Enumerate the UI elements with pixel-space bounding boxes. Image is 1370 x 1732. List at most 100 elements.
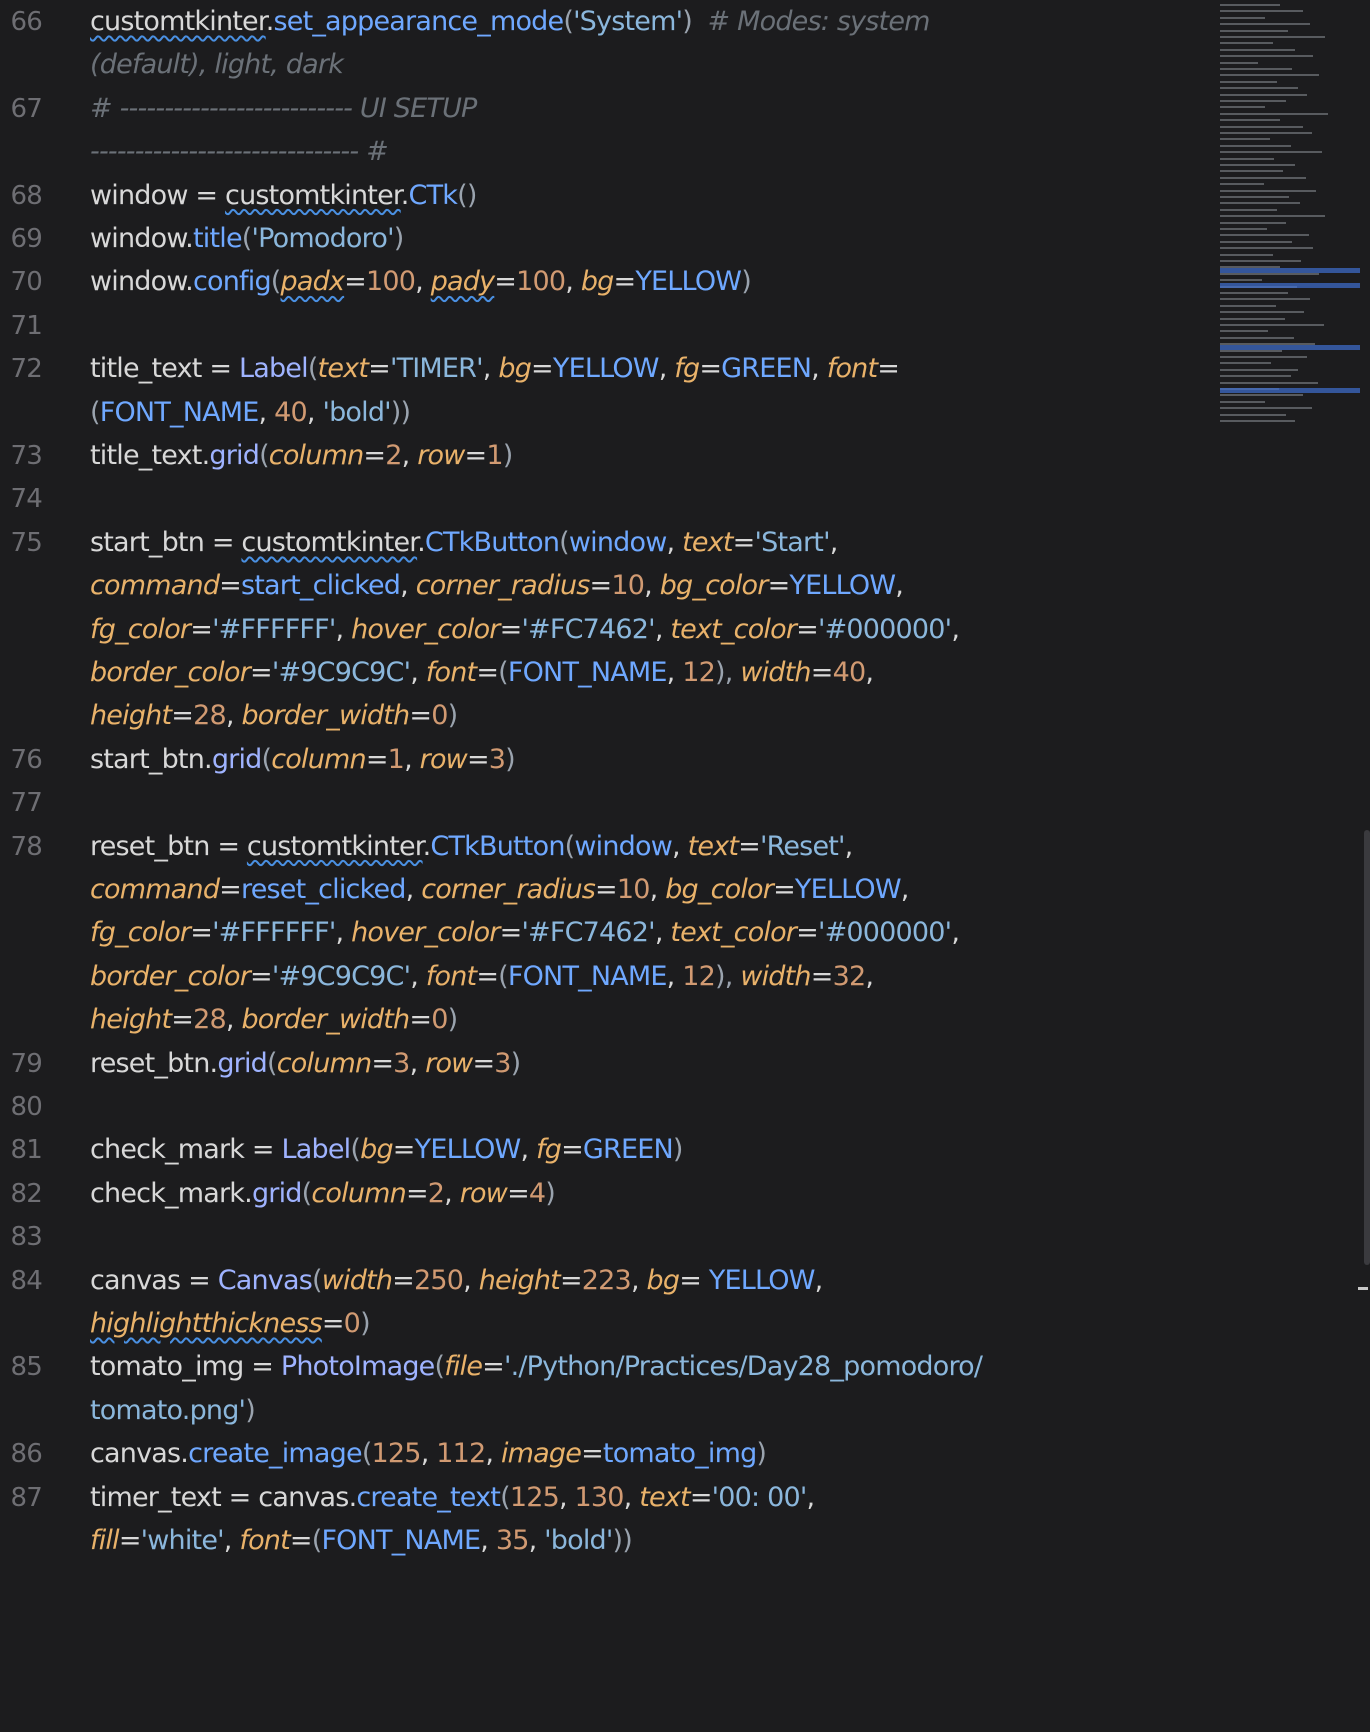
code-area[interactable]: 66 customtkinter.set_appearance_mode('Sys… [0, 0, 1210, 1732]
minimap-line [1220, 298, 1310, 301]
code-token: ) [741, 266, 752, 298]
code-token: YELLOW [708, 1264, 816, 1296]
code-token: 'Pomodoro' [251, 223, 395, 254]
code-line[interactable]: tomato.png') [0, 1387, 1210, 1435]
code-line[interactable]: 87 timer_text = canvas.create_text(125, 1… [0, 1474, 1210, 1522]
code-line[interactable]: 67 # -------------------------- UI SETUP [0, 85, 1210, 133]
code-token: border_width [241, 1004, 410, 1036]
code-token: 125 [371, 1438, 422, 1470]
code-line[interactable]: 69 window.title('Pomodoro') [0, 215, 1210, 263]
minimap-line [1220, 10, 1303, 13]
code-line[interactable]: 68 window = customtkinter.CTk() [0, 172, 1210, 220]
code-line[interactable]: 80 [0, 1083, 1210, 1131]
code-line[interactable]: 85 tomato_img = PhotoImage(file='./Python… [0, 1343, 1210, 1391]
code-token: 28 [193, 1004, 227, 1036]
minimap-highlight [1220, 283, 1360, 288]
minimap-line [1220, 55, 1313, 58]
code-token: file [444, 1351, 483, 1383]
code-editor[interactable]: 66 customtkinter.set_appearance_mode('Sys… [0, 0, 1370, 1732]
code-token: = [595, 874, 618, 905]
code-line[interactable]: 66 customtkinter.set_appearance_mode('Sys… [0, 0, 1210, 46]
code-token: = [732, 526, 756, 558]
code-line[interactable]: highlightthickness=0) [0, 1300, 1210, 1348]
code-token: , [415, 266, 431, 298]
code-line[interactable]: 84 canvas = Canvas(width=250, height=223,… [0, 1257, 1210, 1305]
code-token: ( [301, 1177, 313, 1209]
code-line[interactable]: 70 window.config(padx=100, pady=100, bg=Y… [0, 258, 1210, 306]
code-line[interactable]: ------------------------------ # [0, 128, 1210, 176]
line-number: 68 [10, 180, 43, 211]
code-content: height=28, border_width=0) [90, 692, 458, 740]
code-line[interactable]: border_color='#9C9C9C', font=(FONT_NAME,… [0, 953, 1210, 1001]
code-token: height [90, 1004, 172, 1036]
code-token: = [344, 266, 367, 298]
code-token: ( [563, 6, 574, 37]
code-line[interactable]: height=28, border_width=0) [0, 996, 1210, 1044]
code-token: , [485, 1438, 501, 1470]
code-line[interactable]: fill='white', font=(FONT_NAME, 35, 'bold… [0, 1517, 1210, 1565]
code-token: fg [536, 1134, 562, 1166]
code-line[interactable]: 75 start_btn = customtkinter.CTkButton(wi… [0, 519, 1210, 567]
code-token: ) [360, 1308, 371, 1339]
code-token: row [419, 743, 468, 775]
minimap-line [1220, 202, 1300, 205]
code-line[interactable]: 79 reset_btn.grid(column=3, row=3) [0, 1040, 1210, 1088]
minimap-line [1220, 272, 1319, 275]
minimap-line [1220, 48, 1295, 51]
code-content: window.title('Pomodoro') [90, 215, 404, 263]
code-line[interactable]: (FONT_NAME, 40, 'bold')) [0, 389, 1210, 437]
scrollbar-thumb[interactable] [1364, 830, 1370, 1265]
code-token: timer_text [90, 1481, 222, 1513]
code-token: ( [361, 1438, 373, 1470]
code-line[interactable]: fg_color='#FFFFFF', hover_color='#FC7462… [0, 909, 1210, 957]
code-line[interactable]: border_color='#9C9C9C', font=(FONT_NAME,… [0, 649, 1210, 697]
code-line[interactable]: 83 [0, 1213, 1210, 1261]
code-token: width [740, 657, 811, 688]
code-line[interactable]: 71 [0, 302, 1210, 350]
code-token: , [420, 1438, 437, 1470]
code-token: , [565, 266, 581, 298]
code-line[interactable]: 72 title_text = Label(text='TIMER', bg=YE… [0, 345, 1210, 393]
code-line[interactable]: command=start_clicked, corner_radius=10,… [0, 562, 1210, 610]
code-token: ( [500, 1481, 511, 1513]
code-token: = [499, 917, 523, 949]
code-line[interactable]: height=28, border_width=0) [0, 692, 1210, 740]
code-line[interactable]: 73 title_text.grid(column=2, row=1) [0, 432, 1210, 480]
code-token: text_color [670, 917, 797, 949]
code-token: 32 [832, 960, 867, 992]
minimap-line [1220, 36, 1325, 38]
code-token: , [520, 1134, 537, 1166]
code-token: . [244, 1177, 253, 1209]
code-token: CTkButton [430, 830, 565, 862]
code-token: tomato_img [90, 1351, 244, 1383]
code-token: 10 [611, 570, 645, 602]
code-token: column [268, 440, 364, 471]
minimap[interactable] [1215, 0, 1365, 440]
code-token: ( [559, 526, 570, 558]
code-token: start_clicked [241, 570, 401, 602]
code-token: ( [270, 266, 282, 298]
code-token: , [480, 1525, 496, 1556]
code-line[interactable]: command=reset_clicked, corner_radius=10,… [0, 866, 1210, 914]
code-token: 28 [193, 700, 227, 732]
line-number: 74 [10, 484, 43, 515]
minimap-line [1220, 304, 1276, 307]
code-content: fg_color='#FFFFFF', hover_color='#FC7462… [90, 909, 960, 957]
code-line[interactable]: 77 [0, 779, 1210, 827]
code-token: ( [498, 657, 509, 688]
code-line[interactable]: (default), light, dark [0, 41, 1210, 89]
code-token: , [630, 1264, 647, 1296]
code-content: timer_text = canvas.create_text(125, 130… [90, 1474, 815, 1522]
code-line[interactable]: 76 start_btn.grid(column=1, row=3) [0, 736, 1210, 784]
code-line[interactable]: 81 check_mark = Label(bg=YELLOW, fg=GREEN… [0, 1126, 1210, 1174]
code-token: column [276, 1047, 372, 1079]
minimap-line [1220, 356, 1307, 358]
code-token: grid [211, 743, 262, 775]
code-line[interactable]: 74 [0, 475, 1210, 523]
code-line[interactable]: 78 reset_btn = customtkinter.CTkButton(wi… [0, 823, 1210, 871]
code-token: = [118, 1525, 142, 1556]
code-line[interactable]: fg_color='#FFFFFF', hover_color='#FC7462… [0, 606, 1210, 654]
code-line[interactable]: 82 check_mark.grid(column=2, row=4) [0, 1170, 1210, 1218]
code-line[interactable]: 86 canvas.create_image(125, 112, image=to… [0, 1430, 1210, 1478]
code-token: , [409, 1047, 426, 1079]
